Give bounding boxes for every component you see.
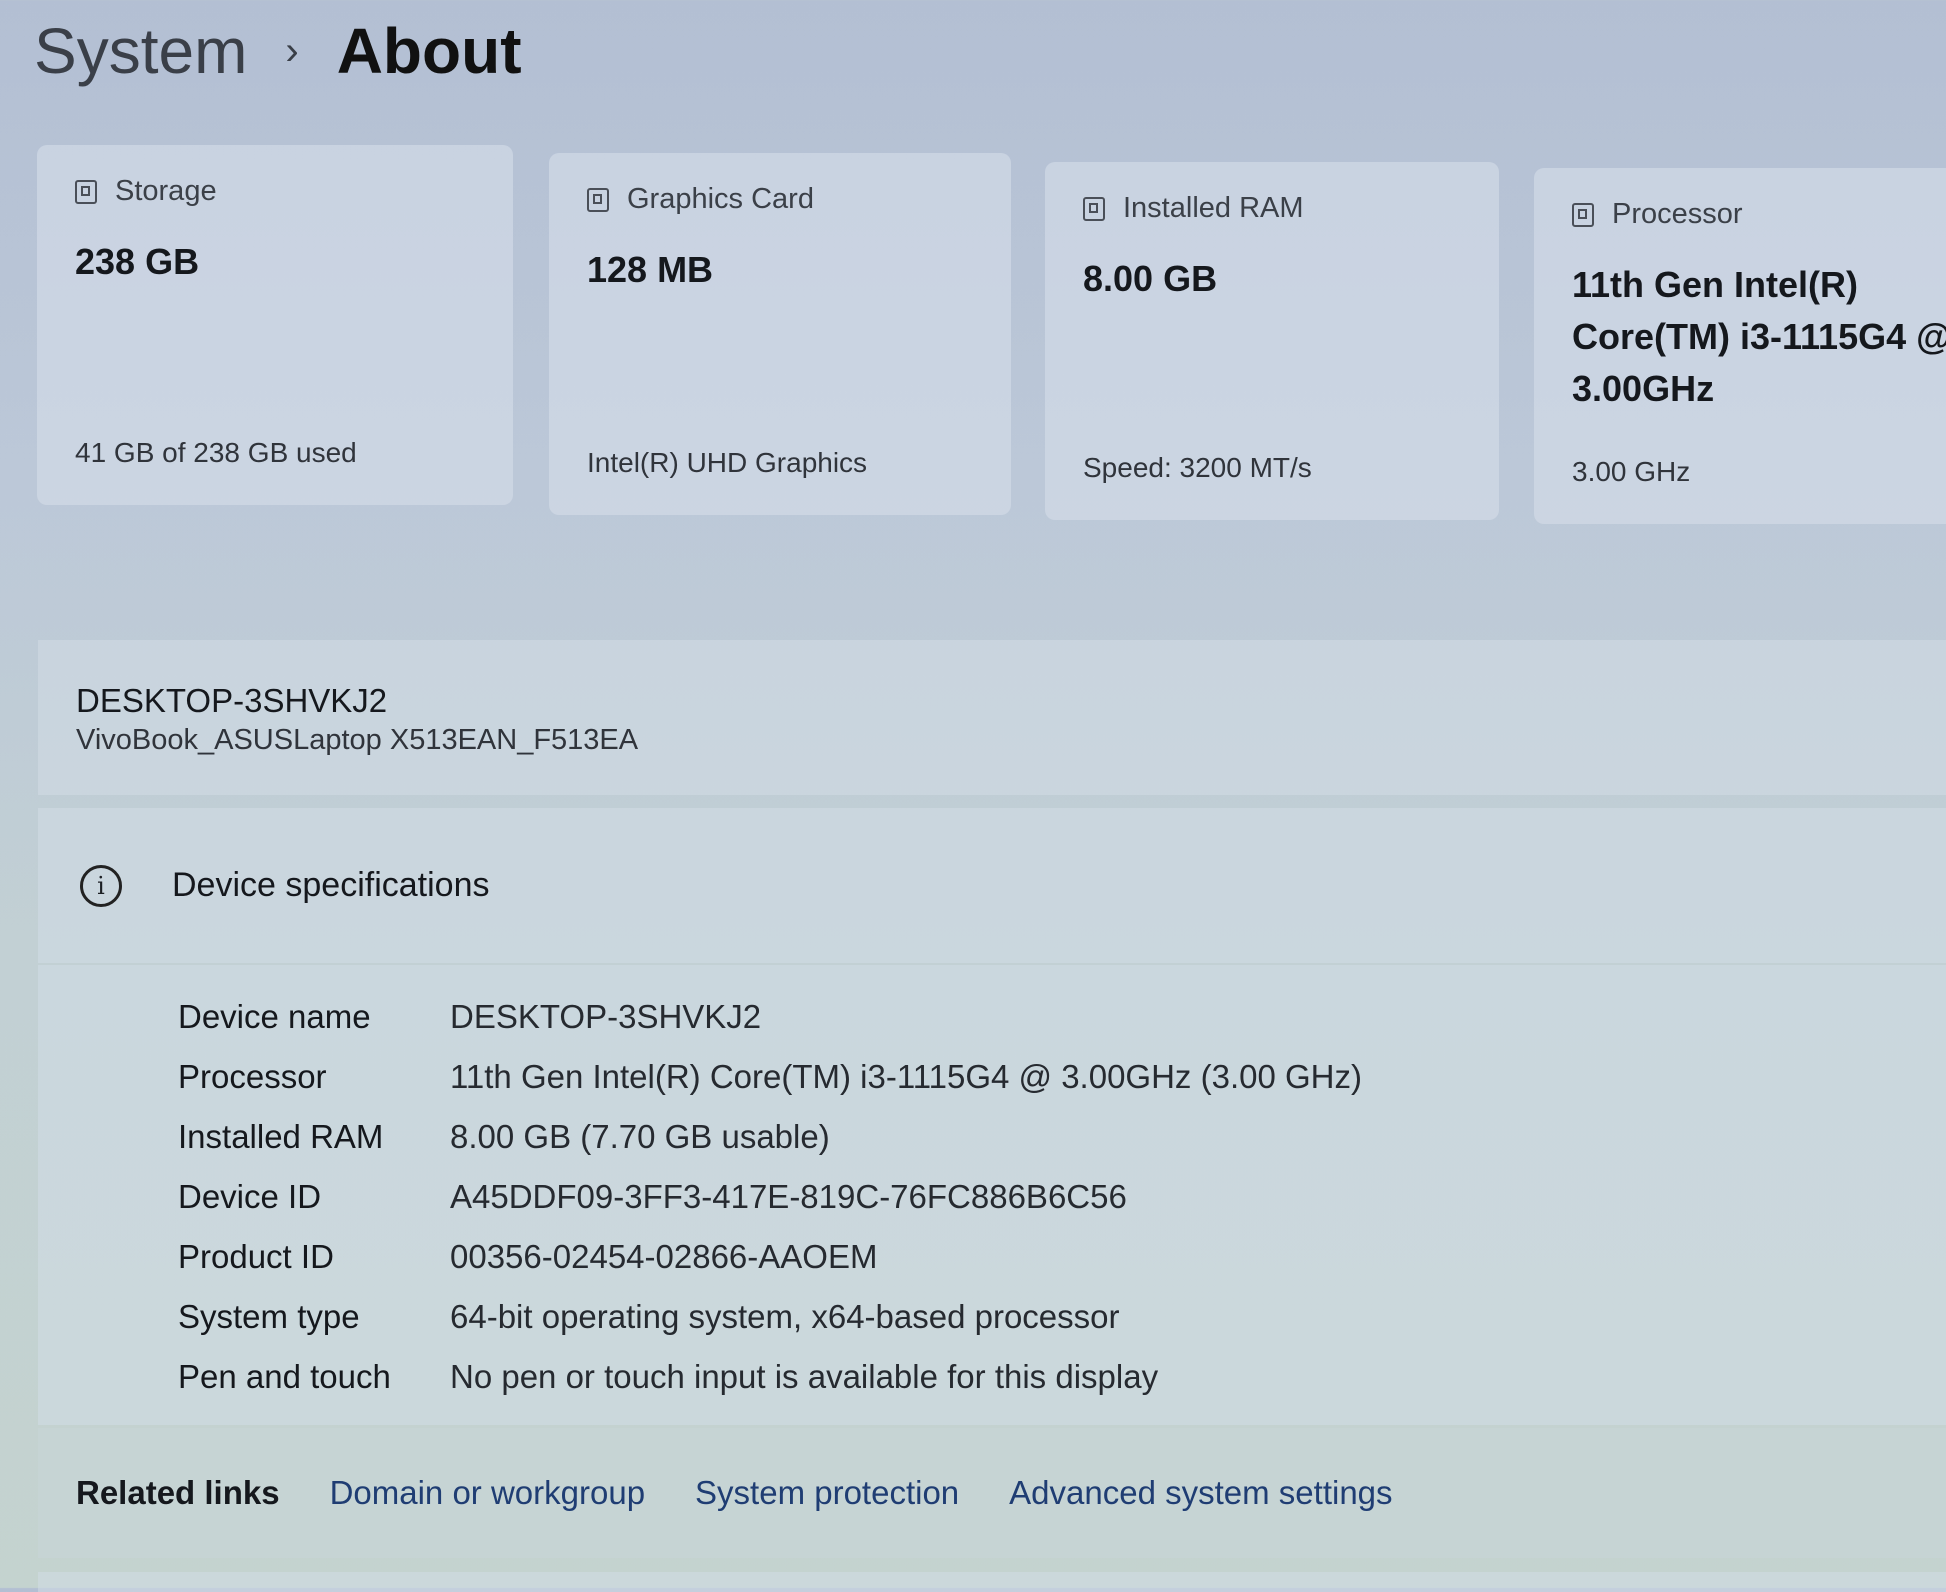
card-title: Graphics Card — [627, 183, 814, 216]
card-subtitle: Speed: 3200 MT/s — [1083, 452, 1312, 484]
spec-row: Installed RAM8.00 GB (7.70 GB usable) — [178, 1107, 1946, 1167]
spec-value: 8.00 GB (7.70 GB usable) — [450, 1118, 830, 1156]
card-value: 128 MB — [587, 244, 973, 296]
card-value: 238 GB — [75, 236, 475, 288]
device-name-panel: DESKTOP-3SHVKJ2 VivoBook_ASUSLaptop X513… — [38, 640, 1946, 795]
spec-label: Pen and touch — [178, 1358, 450, 1396]
spec-label: Processor — [178, 1058, 450, 1096]
spec-row: Product ID00356-02454-02866-AAOEM — [178, 1227, 1946, 1287]
spec-label: Installed RAM — [178, 1118, 450, 1156]
spec-value: No pen or touch input is available for t… — [450, 1358, 1158, 1396]
card-subtitle: 41 GB of 238 GB used — [75, 437, 357, 469]
related-links: Related links Domain or workgroup System… — [38, 1428, 1946, 1558]
storage-card[interactable]: Storage 238 GB 41 GB of 238 GB used — [37, 145, 513, 505]
spec-row: Device IDA45DDF09-3FF3-417E-819C-76FC886… — [178, 1167, 1946, 1227]
spec-value: 11th Gen Intel(R) Core(TM) i3-1115G4 @ 3… — [450, 1058, 1362, 1096]
graphics-card-icon — [587, 188, 609, 212]
spec-value: DESKTOP-3SHVKJ2 — [450, 998, 761, 1036]
spec-value: 64-bit operating system, x64-based proce… — [450, 1298, 1120, 1336]
processor-card[interactable]: Processor 11th Gen Intel(R) Core(TM) i3-… — [1534, 168, 1946, 524]
info-icon: i — [80, 865, 122, 907]
breadcrumb: System › About — [34, 14, 522, 88]
spec-row: Pen and touchNo pen or touch input is av… — [178, 1347, 1946, 1407]
device-specifications-list: Device nameDESKTOP-3SHVKJ2 Processor11th… — [38, 965, 1946, 1425]
spec-label: System type — [178, 1298, 450, 1336]
card-title: Installed RAM — [1123, 192, 1304, 225]
next-panel-edge — [38, 1572, 1946, 1592]
spec-label: Device name — [178, 998, 450, 1036]
card-value: 11th Gen Intel(R) Core(TM) i3-1115G4 @ 3… — [1572, 259, 1946, 415]
spec-row: System type64-bit operating system, x64-… — [178, 1287, 1946, 1347]
card-subtitle: 3.00 GHz — [1572, 456, 1690, 488]
device-specifications-header[interactable]: i Device specifications — [38, 808, 1946, 963]
processor-icon — [1572, 203, 1594, 227]
card-value: 8.00 GB — [1083, 253, 1461, 305]
installed-ram-card[interactable]: Installed RAM 8.00 GB Speed: 3200 MT/s — [1045, 162, 1499, 520]
page-title: About — [337, 14, 522, 88]
graphics-card-card[interactable]: Graphics Card 128 MB Intel(R) UHD Graphi… — [549, 153, 1011, 515]
card-title: Processor — [1612, 198, 1743, 231]
section-title: Device specifications — [172, 866, 489, 905]
breadcrumb-system[interactable]: System — [34, 14, 247, 88]
domain-or-workgroup-link[interactable]: Domain or workgroup — [330, 1474, 645, 1512]
spec-value: A45DDF09-3FF3-417E-819C-76FC886B6C56 — [450, 1178, 1127, 1216]
related-links-label: Related links — [76, 1474, 280, 1512]
system-protection-link[interactable]: System protection — [695, 1474, 959, 1512]
card-title: Storage — [115, 175, 217, 208]
spec-row: Device nameDESKTOP-3SHVKJ2 — [178, 987, 1946, 1047]
spec-row: Processor11th Gen Intel(R) Core(TM) i3-1… — [178, 1047, 1946, 1107]
spec-label: Device ID — [178, 1178, 450, 1216]
device-model: VivoBook_ASUSLaptop X513EAN_F513EA — [76, 724, 1908, 757]
spec-value: 00356-02454-02866-AAOEM — [450, 1238, 877, 1276]
storage-icon — [75, 180, 97, 204]
ram-icon — [1083, 197, 1105, 221]
advanced-system-settings-link[interactable]: Advanced system settings — [1009, 1474, 1392, 1512]
chevron-right-icon: › — [285, 29, 298, 74]
spec-label: Product ID — [178, 1238, 450, 1276]
device-name: DESKTOP-3SHVKJ2 — [76, 682, 1908, 720]
card-subtitle: Intel(R) UHD Graphics — [587, 447, 867, 479]
